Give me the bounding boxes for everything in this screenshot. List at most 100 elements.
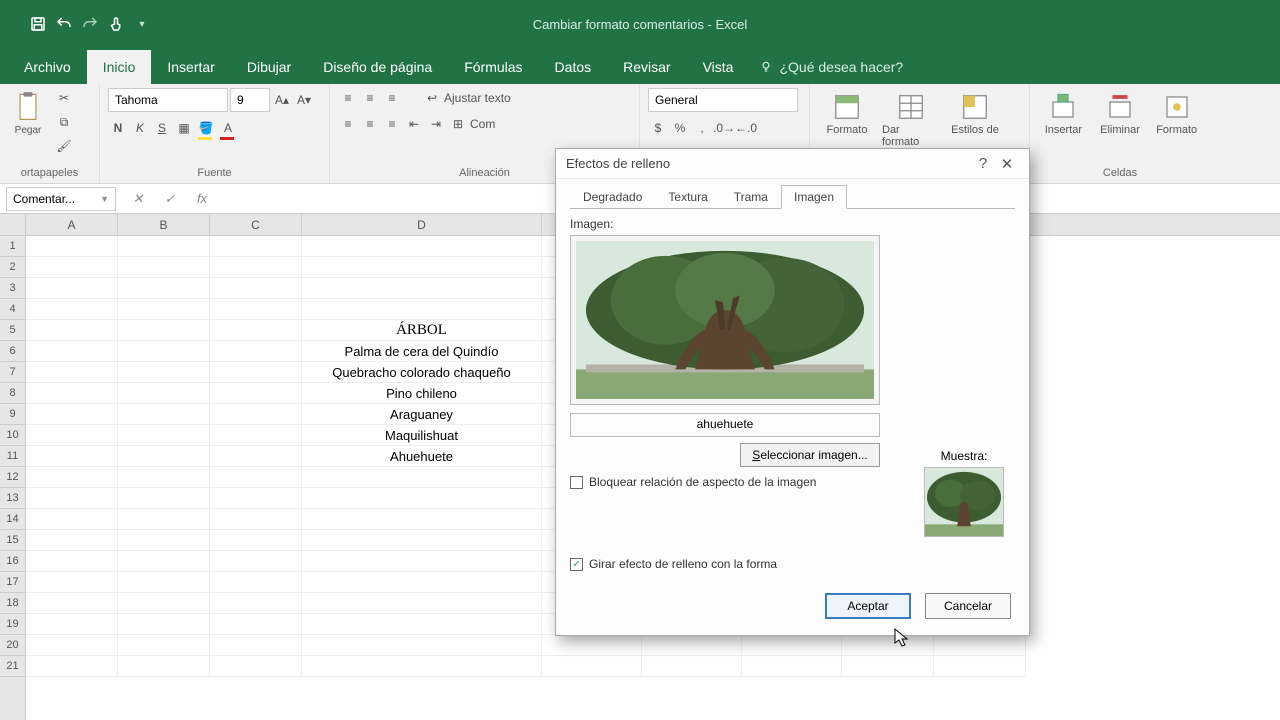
cell[interactable] <box>842 656 934 677</box>
cut-icon[interactable]: ✂ <box>54 88 74 108</box>
cell[interactable] <box>26 383 118 404</box>
tab-degradado[interactable]: Degradado <box>570 185 655 209</box>
cell[interactable] <box>210 236 302 257</box>
cell[interactable] <box>118 593 210 614</box>
cell[interactable] <box>118 467 210 488</box>
row-header[interactable]: 17 <box>0 572 25 593</box>
cell[interactable] <box>210 635 302 656</box>
cell[interactable] <box>302 551 542 572</box>
cell[interactable] <box>26 488 118 509</box>
fill-color-icon[interactable]: 🪣 <box>196 118 216 138</box>
row-header[interactable]: 15 <box>0 530 25 551</box>
cell[interactable] <box>934 656 1026 677</box>
close-icon[interactable]: ✕ <box>995 152 1019 176</box>
delete-cells-button[interactable]: Eliminar <box>1095 88 1146 136</box>
image-name-field[interactable]: ahuehuete <box>570 413 880 437</box>
cell[interactable] <box>302 635 542 656</box>
tell-me-search[interactable]: ¿Qué desea hacer? <box>749 50 913 84</box>
number-format-select[interactable]: General <box>648 88 798 112</box>
row-header[interactable]: 16 <box>0 551 25 572</box>
decrease-indent-icon[interactable]: ⇤ <box>404 114 424 134</box>
cell[interactable] <box>118 551 210 572</box>
cell[interactable] <box>302 278 542 299</box>
cell[interactable] <box>642 656 742 677</box>
cell[interactable] <box>210 257 302 278</box>
borders-icon[interactable]: ▦ <box>174 118 194 138</box>
tab-textura[interactable]: Textura <box>655 185 720 209</box>
tab-datos[interactable]: Datos <box>539 50 608 84</box>
cell[interactable] <box>118 362 210 383</box>
undo-icon[interactable] <box>54 14 74 34</box>
cell[interactable]: Maquilishuat <box>302 425 542 446</box>
align-bottom-icon[interactable]: ≡ <box>382 88 402 108</box>
rotate-fill-checkbox[interactable]: ✓ <box>570 558 583 571</box>
cell[interactable] <box>118 656 210 677</box>
merge-icon[interactable]: ⊞ <box>448 114 468 134</box>
cell[interactable] <box>302 509 542 530</box>
row-header[interactable]: 4 <box>0 299 25 320</box>
decrease-decimal-icon[interactable]: ←.0 <box>736 118 756 138</box>
font-size-select[interactable]: 9 <box>230 88 270 112</box>
cell[interactable] <box>118 299 210 320</box>
cancelar-button[interactable]: Cancelar <box>925 593 1011 619</box>
cell[interactable] <box>118 530 210 551</box>
cell[interactable] <box>26 404 118 425</box>
cell[interactable] <box>210 551 302 572</box>
save-icon[interactable] <box>28 14 48 34</box>
merge-label[interactable]: Com <box>470 117 495 131</box>
cell[interactable] <box>26 530 118 551</box>
cell[interactable] <box>842 635 934 656</box>
cell[interactable] <box>542 635 642 656</box>
row-header[interactable]: 7 <box>0 362 25 383</box>
cell[interactable] <box>210 572 302 593</box>
cell[interactable] <box>26 509 118 530</box>
cell[interactable] <box>118 425 210 446</box>
cell[interactable] <box>210 299 302 320</box>
tab-diseno[interactable]: Diseño de página <box>307 50 448 84</box>
tab-insertar[interactable]: Insertar <box>151 50 230 84</box>
cell[interactable] <box>118 614 210 635</box>
align-left-icon[interactable]: ≡ <box>338 114 358 134</box>
cell[interactable] <box>210 488 302 509</box>
cell[interactable]: Araguaney <box>302 404 542 425</box>
currency-icon[interactable]: $ <box>648 118 668 138</box>
row-header[interactable]: 13 <box>0 488 25 509</box>
cell[interactable] <box>302 467 542 488</box>
cell[interactable] <box>742 635 842 656</box>
comma-icon[interactable]: , <box>692 118 712 138</box>
cell[interactable]: Ahuehuete <box>302 446 542 467</box>
row-header[interactable]: 5 <box>0 320 25 341</box>
column-header[interactable]: D <box>302 214 542 235</box>
cell[interactable] <box>118 509 210 530</box>
cell[interactable] <box>302 614 542 635</box>
tab-formulas[interactable]: Fórmulas <box>448 50 538 84</box>
cell[interactable] <box>118 236 210 257</box>
cell[interactable]: Quebracho colorado chaqueño <box>302 362 542 383</box>
row-header[interactable]: 10 <box>0 425 25 446</box>
increase-font-icon[interactable]: A▴ <box>272 90 292 110</box>
cell[interactable] <box>26 278 118 299</box>
cell[interactable] <box>642 635 742 656</box>
cell[interactable] <box>26 635 118 656</box>
cell[interactable] <box>118 635 210 656</box>
aceptar-button[interactable]: Aceptar <box>825 593 911 619</box>
cell[interactable] <box>118 404 210 425</box>
select-image-button[interactable]: Seleccionar imagen... <box>740 443 880 467</box>
wrap-text-icon[interactable]: ↩ <box>422 88 442 108</box>
cell[interactable] <box>26 551 118 572</box>
cell[interactable] <box>26 446 118 467</box>
cell[interactable]: Pino chileno <box>302 383 542 404</box>
row-header[interactable]: 20 <box>0 635 25 656</box>
cancel-edit-icon[interactable]: ✕ <box>130 191 146 207</box>
help-icon[interactable]: ? <box>971 152 995 176</box>
cell[interactable] <box>542 656 642 677</box>
cell[interactable] <box>118 383 210 404</box>
cell[interactable] <box>26 320 118 341</box>
row-header[interactable]: 9 <box>0 404 25 425</box>
cell[interactable] <box>26 593 118 614</box>
tab-inicio[interactable]: Inicio <box>87 50 152 84</box>
cell[interactable] <box>302 257 542 278</box>
cell[interactable] <box>26 341 118 362</box>
cell[interactable] <box>210 425 302 446</box>
conditional-format-button[interactable]: Formato <box>818 88 876 136</box>
